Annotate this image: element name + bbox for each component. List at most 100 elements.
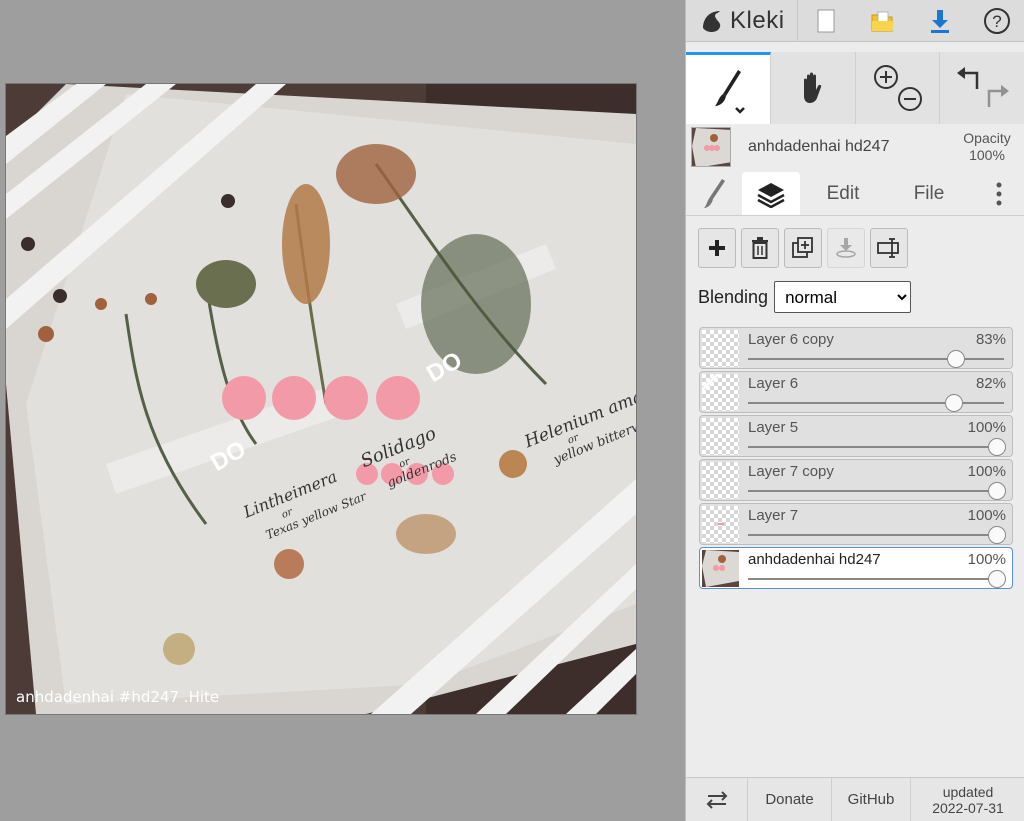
layer-opacity-knob[interactable] bbox=[947, 350, 966, 368]
tab-layers[interactable] bbox=[742, 172, 800, 215]
zoom-out-icon[interactable] bbox=[897, 87, 922, 111]
top-toolbar: Kleki ? bbox=[686, 0, 1024, 42]
artwork-canvas[interactable]: DO DO Lintheimera or Texas yellow Star S… bbox=[6, 84, 636, 714]
layer-thumbnail bbox=[702, 462, 739, 499]
updated-label: updated bbox=[942, 783, 994, 800]
layer-opacity-knob[interactable] bbox=[988, 482, 1006, 500]
layer-opacity-knob[interactable] bbox=[988, 438, 1006, 456]
layer-opacity-knob[interactable] bbox=[988, 570, 1006, 588]
layer-opacity: 100% bbox=[967, 551, 1006, 568]
layer-opacity: 83% bbox=[975, 331, 1006, 348]
layer-name: Layer 5 bbox=[748, 419, 799, 436]
open-folder-icon bbox=[871, 11, 894, 31]
new-file-icon bbox=[817, 9, 835, 32]
kleki-logo[interactable]: Kleki bbox=[686, 0, 798, 42]
swap-arrows-icon bbox=[706, 790, 727, 809]
canvas-area[interactable]: DO DO Lintheimera or Texas yellow Star S… bbox=[0, 0, 685, 821]
current-layer-name: anhdadenhai hd247 bbox=[748, 138, 890, 155]
layer-opacity-slider[interactable] bbox=[748, 578, 1004, 580]
layer-opacity-knob[interactable] bbox=[988, 526, 1006, 544]
opacity-display[interactable]: Opacity 100% bbox=[952, 130, 1022, 164]
github-link[interactable]: GitHub bbox=[832, 778, 911, 821]
blending-select[interactable]: normal bbox=[774, 281, 912, 313]
brush-tool-button[interactable] bbox=[686, 52, 771, 124]
layer-opacity-slider[interactable] bbox=[748, 358, 1004, 360]
redo-icon[interactable] bbox=[987, 85, 1009, 107]
duplicate-layer-button[interactable] bbox=[784, 228, 822, 268]
layer-thumbnail bbox=[702, 330, 739, 367]
layer-opacity-knob[interactable] bbox=[944, 394, 963, 412]
save-image-button[interactable] bbox=[911, 0, 968, 42]
layer-thumbnail bbox=[702, 418, 739, 455]
layer-opacity-slider[interactable] bbox=[748, 534, 1004, 536]
layer-name: anhdadenhai hd247 bbox=[748, 551, 881, 568]
tab-file[interactable]: File bbox=[886, 172, 972, 215]
artwork-image: DO DO Lintheimera or Texas yellow Star S… bbox=[6, 84, 636, 714]
layer-tools bbox=[698, 228, 908, 268]
brush-icon bbox=[715, 69, 745, 114]
layer-opacity-slider[interactable] bbox=[748, 490, 1004, 492]
layer-item[interactable]: Layer 5 100% bbox=[699, 415, 1013, 457]
hand-tool-button[interactable] bbox=[771, 52, 856, 124]
opacity-label: Opacity bbox=[963, 130, 1011, 146]
swap-side-button[interactable] bbox=[686, 778, 748, 821]
current-layer-thumbnail bbox=[691, 127, 731, 167]
tab-bar: Edit File bbox=[686, 172, 1024, 216]
layer-thumbnail bbox=[702, 374, 739, 411]
layers-icon bbox=[757, 182, 785, 208]
layer-item[interactable]: Layer 6 copy 83% bbox=[699, 327, 1013, 369]
add-layer-button[interactable] bbox=[698, 228, 736, 268]
rename-icon bbox=[877, 238, 899, 258]
zoom-buttons bbox=[856, 52, 940, 124]
merge-layer-button[interactable] bbox=[827, 228, 865, 268]
updated-info[interactable]: updated 2022-07-31 bbox=[911, 778, 1024, 821]
delete-layer-button[interactable] bbox=[741, 228, 779, 268]
help-icon: ? bbox=[983, 7, 1010, 34]
layer-thumbnail bbox=[702, 506, 739, 543]
tool-row bbox=[686, 52, 1024, 124]
watermark-text: anhdadenhai #hd247 .Hite bbox=[16, 688, 219, 706]
duplicate-icon bbox=[792, 237, 813, 258]
layer-item[interactable]: Layer 7 100% bbox=[699, 503, 1013, 545]
opacity-value: 100% bbox=[969, 147, 1005, 163]
layer-opacity-slider[interactable] bbox=[748, 446, 1004, 448]
blending-row: Blending normal bbox=[698, 281, 912, 313]
layer-opacity: 100% bbox=[967, 463, 1006, 480]
app-name: Kleki bbox=[730, 6, 785, 34]
layer-opacity: 100% bbox=[967, 507, 1006, 524]
layer-item[interactable]: Layer 6 82% bbox=[699, 371, 1013, 413]
layer-name: Layer 6 copy bbox=[748, 331, 834, 348]
zoom-in-icon[interactable] bbox=[873, 65, 898, 89]
updated-date: 2022-07-31 bbox=[932, 799, 1004, 816]
more-menu-button[interactable] bbox=[972, 172, 1024, 215]
layer-thumbnail bbox=[702, 550, 739, 587]
layer-name: Layer 6 bbox=[748, 375, 799, 392]
donate-link[interactable]: Donate bbox=[748, 778, 832, 821]
brush-icon bbox=[704, 178, 725, 208]
rename-layer-button[interactable] bbox=[870, 228, 908, 268]
layer-name: Layer 7 copy bbox=[748, 463, 834, 480]
merge-down-icon bbox=[836, 238, 856, 258]
zoom-controls bbox=[873, 65, 922, 111]
undo-redo-buttons bbox=[940, 52, 1024, 124]
tab-brush[interactable] bbox=[686, 172, 742, 215]
layer-item[interactable]: Layer 7 copy 100% bbox=[699, 459, 1013, 501]
layer-name: Layer 7 bbox=[748, 507, 799, 524]
layer-opacity: 82% bbox=[975, 375, 1006, 392]
layer-preview-row: anhdadenhai hd247 Opacity 100% bbox=[686, 124, 1024, 170]
bottom-bar: Donate GitHub updated 2022-07-31 bbox=[686, 777, 1024, 821]
open-image-button[interactable] bbox=[855, 0, 912, 42]
new-image-button[interactable] bbox=[798, 0, 855, 42]
undo-icon[interactable] bbox=[956, 67, 978, 89]
tab-edit[interactable]: Edit bbox=[800, 172, 886, 215]
layer-item-selected[interactable]: anhdadenhai hd247 100% bbox=[699, 547, 1013, 589]
undo-redo-controls bbox=[956, 67, 1009, 107]
layer-opacity: 100% bbox=[967, 419, 1006, 436]
kleki-logo-icon bbox=[703, 10, 721, 32]
layer-opacity-slider[interactable] bbox=[748, 402, 1004, 404]
svg-text:?: ? bbox=[992, 12, 1001, 31]
help-button[interactable]: ? bbox=[968, 0, 1024, 42]
more-vertical-icon bbox=[996, 182, 1001, 205]
sidebar: Kleki ? anhdadenhai hd247 Opacity 100% E… bbox=[685, 0, 1024, 821]
layer-list: Layer 6 copy 83% Layer 6 82% Layer 5 100… bbox=[699, 327, 1013, 591]
